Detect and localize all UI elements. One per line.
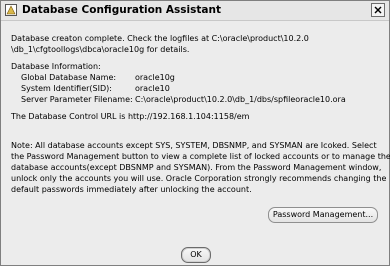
database-info-heading: Database Information: [11, 62, 101, 71]
dialog-content: Database creaton complete. Check the log… [1, 21, 390, 265]
note-line: the Password Management button to view a… [11, 152, 390, 161]
title-bar[interactable]: Database Configuration Assistant [1, 1, 389, 21]
sid-label: System Identifier(SID): [21, 84, 112, 93]
close-icon [374, 6, 382, 14]
dbca-dialog: Database Configuration Assistant Databas… [0, 0, 390, 266]
global-db-name-label: Global Database Name: [21, 73, 117, 82]
password-management-button[interactable]: Password Management... [268, 207, 378, 223]
global-db-name-value: oracle10g [135, 73, 175, 82]
note-line: default passwords immediately after unlo… [11, 185, 252, 194]
spfile-label: Server Parameter Filename: [21, 95, 133, 104]
spfile-value: C:\oracle\product\10.2.0\db_1/dbs/spfile… [135, 95, 346, 104]
window-title: Database Configuration Assistant [22, 4, 222, 16]
completion-message-line1: Database creaton complete. Check the log… [11, 34, 309, 43]
close-button[interactable] [371, 3, 385, 17]
control-url-text: The Database Control URL is http://192.1… [11, 112, 250, 121]
sid-value: oracle10 [135, 84, 170, 93]
ok-button[interactable]: OK [181, 247, 211, 263]
note-line: Note: All database accounts except SYS, … [11, 141, 377, 150]
app-icon [5, 4, 17, 16]
completion-message-line2: \db_1\cfgtoollogs\dbca\oracle10g for det… [11, 45, 190, 54]
note-line: unlock only the accounts you will use. O… [11, 174, 387, 183]
note-line: database accounts(except DBSNMP and SYSM… [11, 163, 382, 172]
